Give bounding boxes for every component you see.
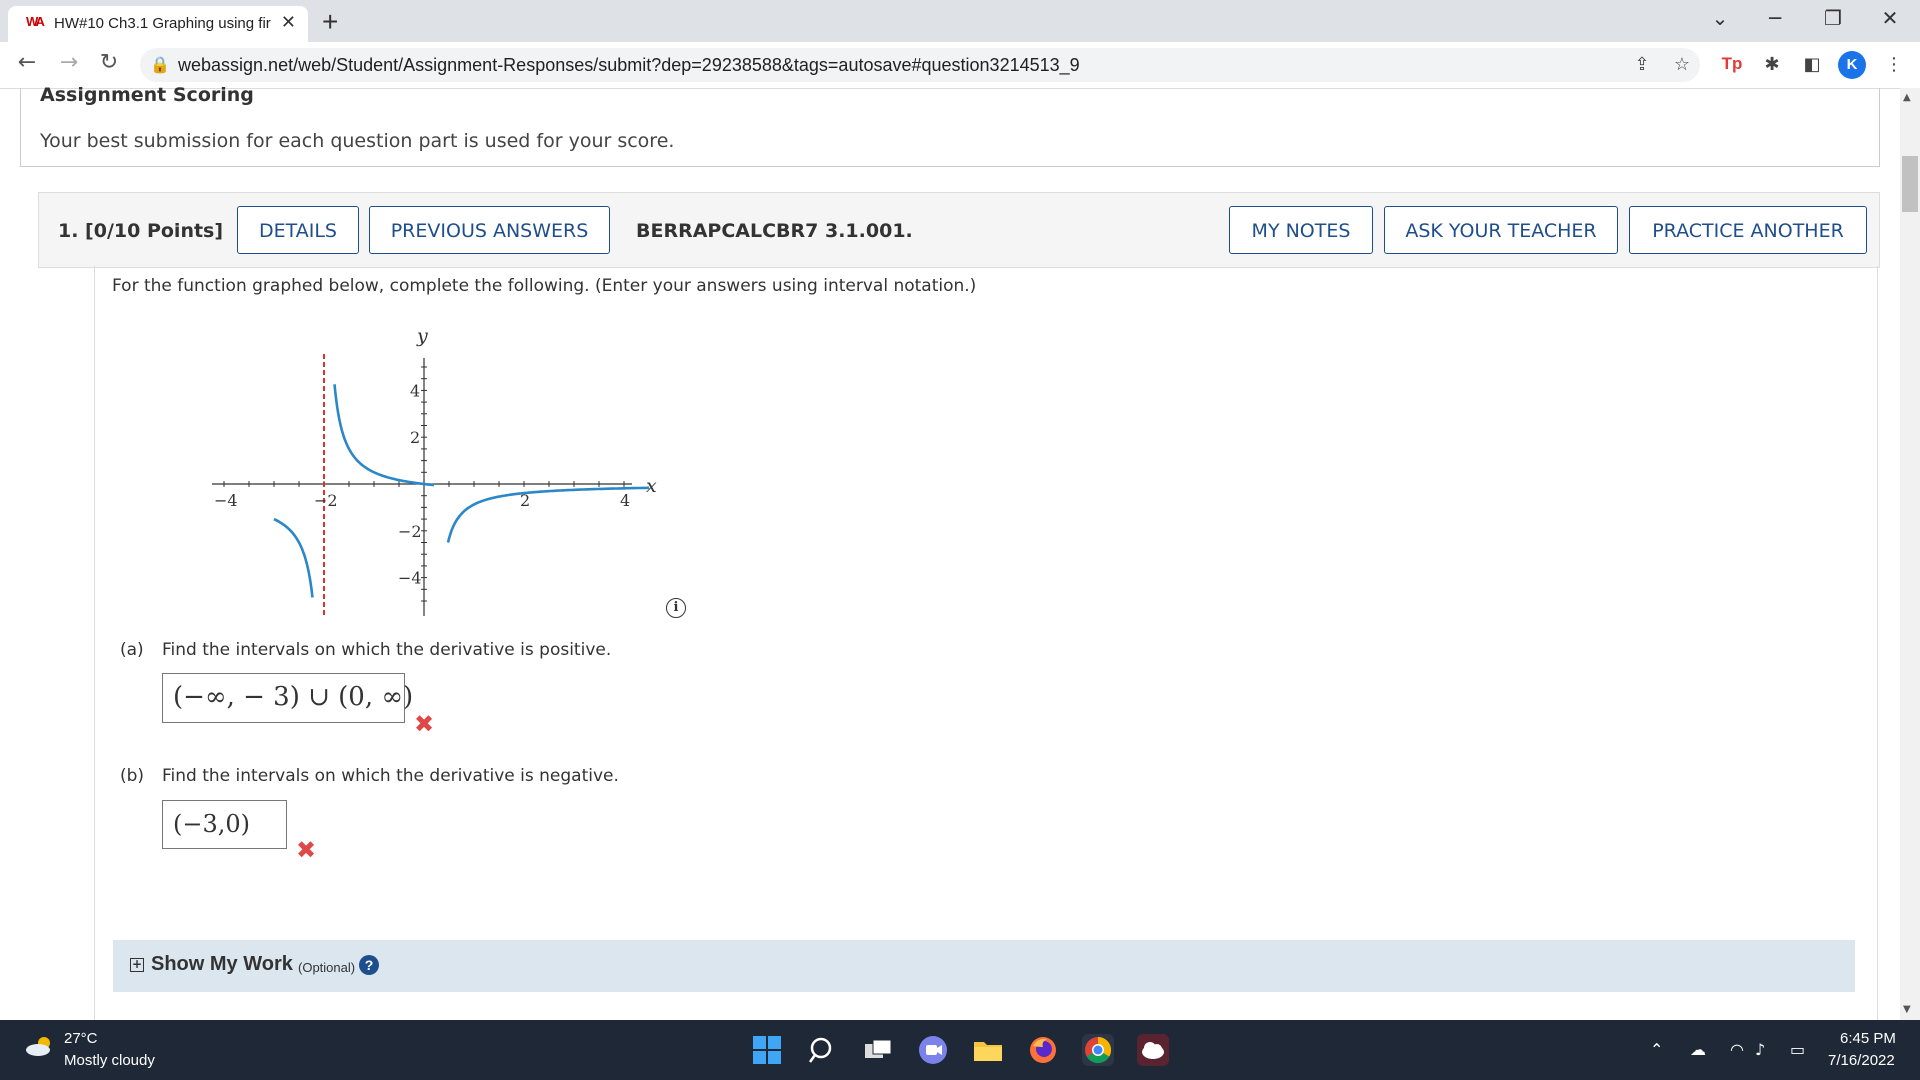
window-close-icon[interactable]: ✕ — [1870, 6, 1910, 30]
y-tick-label: −2 — [398, 522, 422, 541]
profile-avatar[interactable]: K — [1838, 51, 1866, 79]
scroll-down-arrow-icon[interactable]: ▼ — [1903, 1004, 1911, 1015]
url-text[interactable]: webassign.net/web/Student/Assignment-Res… — [178, 55, 1080, 76]
task-view-icon[interactable] — [862, 1034, 894, 1066]
new-tab-icon[interactable]: + — [322, 6, 338, 38]
battery-icon[interactable]: ▭ — [1790, 1040, 1805, 1059]
restore-icon[interactable]: ❐ — [1813, 6, 1853, 30]
ask-your-teacher-button[interactable]: ASK YOUR TEACHER — [1384, 206, 1618, 254]
scrollbar-track[interactable] — [1900, 88, 1920, 1020]
part-b-answer-field[interactable]: (−3,0) — [162, 800, 287, 849]
part-b-label: (b) — [120, 766, 145, 786]
curve-left-branch-outer — [273, 517, 314, 598]
my-notes-button[interactable]: MY NOTES — [1229, 206, 1373, 254]
weather-cloud-icon[interactable] — [24, 1034, 56, 1058]
extension-tp-icon[interactable]: Tp — [1718, 54, 1746, 74]
practice-another-button[interactable]: PRACTICE ANOTHER — [1629, 206, 1867, 254]
assignment-scoring-text: Your best submission for each question p… — [40, 130, 675, 152]
question-number-points: 1. [0/10 Points] — [58, 220, 224, 242]
part-a-answer-field[interactable]: (−∞, − 3) ∪ (0, ∞) — [162, 673, 413, 723]
weather-temperature[interactable]: 27°C — [64, 1030, 98, 1047]
forward-icon[interactable]: → — [54, 50, 84, 75]
minimize-icon[interactable]: ─ — [1755, 6, 1795, 30]
clock-date[interactable]: 7/16/2022 — [1828, 1052, 1895, 1069]
assignment-scoring-box — [20, 88, 1880, 167]
y-tick-label: 4 — [410, 381, 420, 400]
part-b-text: Find the intervals on which the derivati… — [162, 766, 619, 786]
x-axis-label: x — [646, 475, 657, 497]
windows-taskbar — [0, 1020, 1920, 1080]
show-my-work-title[interactable]: Show My Work — [151, 953, 293, 976]
help-icon[interactable]: ? — [359, 955, 379, 975]
part-a-text: Find the intervals on which the derivati… — [162, 640, 612, 660]
back-icon[interactable]: ← — [12, 50, 42, 75]
show-my-work-optional: (Optional) — [298, 960, 356, 975]
firefox-icon[interactable] — [1027, 1034, 1059, 1066]
assignment-scoring-title: Assignment Scoring — [40, 84, 254, 106]
scroll-up-arrow-icon[interactable]: ▲ — [1903, 92, 1911, 103]
curve-right-branch — [446, 486, 649, 543]
x-tick-label: 2 — [520, 491, 530, 510]
question-prompt: For the function graphed below, complete… — [112, 276, 977, 296]
browser-tab[interactable]: WA HW#10 Ch3.1 Graphing using fir ✕ — [8, 6, 308, 42]
y-axis-label: y — [416, 325, 428, 347]
share-icon[interactable]: ⇪ — [1628, 54, 1656, 75]
incorrect-mark-icon: ✖ — [414, 710, 435, 738]
question-body-border-right — [1877, 266, 1878, 1020]
x-tick-label: −4 — [214, 491, 238, 510]
x-tick-label: 4 — [620, 491, 630, 510]
clock-time[interactable]: 6:45 PM — [1840, 1030, 1896, 1047]
previous-answers-button[interactable]: PREVIOUS ANSWERS — [369, 206, 610, 254]
reload-icon[interactable]: ↻ — [94, 50, 124, 75]
search-icon[interactable] — [806, 1034, 838, 1066]
function-graph: x y −4 −2 2 4 4 2 −2 −4 — [212, 325, 657, 618]
part-a-label: (a) — [120, 640, 144, 660]
tray-overflow-chevron-icon[interactable]: ⌃ — [1650, 1040, 1663, 1059]
details-button[interactable]: DETAILS — [237, 206, 359, 254]
y-tick-label: 2 — [410, 428, 420, 447]
tab-title: HW#10 Ch3.1 Graphing using fir — [54, 15, 271, 32]
incorrect-mark-icon: ✖ — [296, 836, 317, 864]
wifi-icon[interactable]: ◠ — [1730, 1040, 1744, 1059]
question-reference: BERRAPCALCBR7 3.1.001. — [636, 220, 913, 242]
volume-icon[interactable]: ♪ — [1755, 1040, 1765, 1059]
extensions-puzzle-icon[interactable]: ✱ — [1758, 54, 1786, 75]
side-panel-icon[interactable]: ◧ — [1798, 54, 1826, 75]
question-body-border-left — [94, 266, 95, 1020]
file-explorer-icon[interactable] — [972, 1034, 1004, 1066]
chrome-icon[interactable] — [1082, 1034, 1114, 1066]
menu-kebab-icon[interactable]: ⋮ — [1880, 54, 1908, 75]
tab-close-icon[interactable]: ✕ — [281, 12, 296, 33]
cloud-app-icon[interactable] — [1137, 1034, 1169, 1066]
weather-condition[interactable]: Mostly cloudy — [64, 1052, 155, 1069]
scrollbar-thumb[interactable] — [1902, 156, 1918, 212]
tray-cloud-sync-icon[interactable]: ☁ — [1690, 1040, 1706, 1059]
y-tick-label: −4 — [398, 569, 422, 588]
expand-plus-icon[interactable]: + — [130, 958, 144, 972]
info-icon[interactable]: i — [666, 598, 686, 618]
tab-search-chevron-icon[interactable]: ⌄ — [1700, 6, 1740, 30]
windows-start-icon[interactable] — [751, 1034, 783, 1066]
lock-icon[interactable]: 🔒 — [150, 55, 170, 74]
x-tick-label: −2 — [314, 491, 338, 510]
webassign-favicon-icon: WA — [26, 14, 45, 29]
bookmark-star-icon[interactable]: ☆ — [1668, 54, 1696, 75]
teams-chat-icon[interactable] — [917, 1034, 949, 1066]
